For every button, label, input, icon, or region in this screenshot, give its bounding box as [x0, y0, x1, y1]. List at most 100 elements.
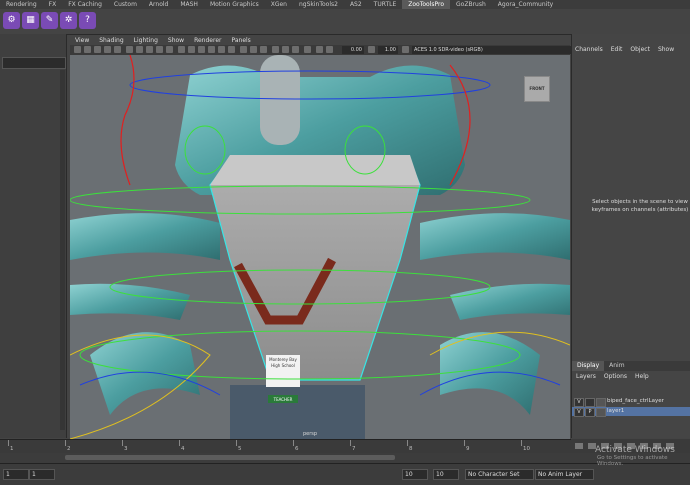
shelf-tab-motion-graphics[interactable]: Motion Graphics — [204, 0, 265, 9]
timeline-tick — [8, 440, 9, 446]
shelf-tab-arnold[interactable]: Arnold — [143, 0, 174, 9]
lower-right-arm — [450, 283, 570, 320]
wireframe-icon[interactable] — [178, 46, 185, 53]
lock-camera-icon[interactable] — [84, 46, 91, 53]
menu-layers[interactable]: Layers — [572, 373, 600, 380]
menu-panels[interactable]: Panels — [226, 36, 255, 45]
xray-icon[interactable] — [240, 46, 247, 53]
menu-edit[interactable]: Edit — [607, 46, 627, 53]
range-slider[interactable] — [65, 455, 395, 460]
menu-help[interactable]: Help — [631, 373, 653, 380]
menu-show[interactable]: Show — [163, 36, 189, 45]
shelf-tab-ngskintools2[interactable]: ngSkinTools2 — [293, 0, 344, 9]
menu-channels[interactable]: Channels — [571, 46, 607, 53]
smooth-shade-icon[interactable] — [188, 46, 195, 53]
timeline-frame-number: 10 — [523, 446, 530, 452]
wireframe-on-shaded-icon[interactable] — [198, 46, 205, 53]
badge-line1: Monterey Bay — [269, 357, 297, 362]
menu-view[interactable]: View — [70, 36, 94, 45]
layer-playback-toggle[interactable]: P — [585, 408, 595, 417]
viewport-3d[interactable]: Monterey Bay High School TEACHER persp — [70, 55, 570, 439]
shelf-tab-custom[interactable]: Custom — [108, 0, 143, 9]
go-to-start-button[interactable] — [575, 443, 583, 449]
field-chart-icon[interactable] — [156, 46, 163, 53]
shadows-icon[interactable] — [228, 46, 235, 53]
backface-icon[interactable] — [260, 46, 267, 53]
anim-layer-dropdown[interactable]: No Anim Layer — [535, 469, 594, 480]
color-space-dropdown[interactable]: ACES 1.0 SDR-video (sRGB) — [412, 46, 572, 54]
layer-playback-toggle[interactable] — [585, 398, 595, 407]
layer-visibility-toggle[interactable]: V — [574, 408, 584, 417]
menu-show-cb[interactable]: Show — [654, 46, 678, 53]
layer-editor-menu: Layers Options Help — [572, 371, 690, 381]
film-gate-icon[interactable] — [126, 46, 133, 53]
left-red-ctrl[interactable] — [120, 55, 135, 186]
dof-icon[interactable] — [292, 46, 299, 53]
view-cube[interactable]: FRONT — [524, 76, 550, 102]
layer-name[interactable]: layer1 — [607, 407, 624, 416]
exposure-field[interactable]: 0.00 — [342, 46, 364, 54]
gate-mask-icon[interactable] — [146, 46, 153, 53]
menu-shading[interactable]: Shading — [94, 36, 128, 45]
layer-name[interactable]: biped_face_ctrlLayer — [607, 397, 664, 406]
camera-icon[interactable] — [74, 46, 81, 53]
tools-icon[interactable]: ✎ — [41, 12, 58, 29]
menu-renderer[interactable]: Renderer — [189, 36, 226, 45]
menu-object[interactable]: Object — [626, 46, 654, 53]
playback-start-field[interactable]: 1 — [29, 469, 55, 480]
layer-visibility-toggle[interactable]: V — [574, 398, 584, 407]
zoo-tools-icon[interactable]: ⚙ — [3, 12, 20, 29]
playback-end-field[interactable]: 10 — [402, 469, 428, 480]
shelf-tab-gozbrush[interactable]: GoZBrush — [450, 0, 492, 9]
badge-bottom: TEACHER — [273, 397, 293, 402]
time-slider[interactable]: 1 2 3 4 5 6 7 8 9 10 — [0, 439, 571, 454]
layer-color-swatch[interactable] — [596, 408, 606, 417]
ambient-occlusion-icon[interactable] — [272, 46, 279, 53]
timeline-frame-number: 4 — [181, 446, 185, 452]
shelf-tab-rendering[interactable]: Rendering — [0, 0, 43, 9]
shelf-tab-as2[interactable]: AS2 — [344, 0, 368, 9]
menu-options[interactable]: Options — [600, 373, 631, 380]
anim-end-field[interactable]: 10 — [433, 469, 459, 480]
gamma-field[interactable]: 1.00 — [378, 46, 398, 54]
color-management-icon[interactable] — [326, 46, 333, 53]
image-plane-icon[interactable] — [104, 46, 111, 53]
bookmark-icon[interactable] — [94, 46, 101, 53]
safe-action-icon[interactable] — [166, 46, 173, 53]
timeline-tick — [179, 440, 180, 446]
tab-anim[interactable]: Anim — [604, 361, 629, 371]
character-set-dropdown[interactable]: No Character Set — [465, 469, 534, 480]
outliner-dropdown[interactable] — [2, 57, 66, 69]
antialias-icon[interactable] — [282, 46, 289, 53]
shelf-tab-xgen[interactable]: XGen — [265, 0, 293, 9]
gamma-icon[interactable] — [368, 46, 375, 53]
grid-icon[interactable] — [114, 46, 121, 53]
hotkeys-icon[interactable]: ▦ — [22, 12, 39, 29]
xray-joints-icon[interactable] — [250, 46, 257, 53]
tab-display[interactable]: Display — [572, 361, 605, 371]
ui-icon[interactable] — [316, 46, 323, 53]
range-start-field[interactable]: 1 — [3, 469, 29, 480]
shelf-tab-agora-community[interactable]: Agora_Community — [492, 0, 559, 9]
timeline-frame-number: 9 — [466, 446, 470, 452]
timeline-frame-number: 2 — [67, 446, 71, 452]
lights-icon[interactable] — [218, 46, 225, 53]
layer-row[interactable]: V biped_face_ctrlLayer — [572, 397, 690, 407]
layer-row[interactable]: V P layer1 — [572, 407, 690, 417]
textured-icon[interactable] — [208, 46, 215, 53]
help-icon[interactable]: ? — [79, 12, 96, 29]
menu-lighting[interactable]: Lighting — [129, 36, 163, 45]
shelf-tab-mash[interactable]: MASH — [174, 0, 204, 9]
isolate-select-icon[interactable] — [304, 46, 311, 53]
shelf-tab-fx[interactable]: FX — [43, 0, 63, 9]
settings-icon[interactable]: ✲ — [60, 12, 77, 29]
timeline-tick — [464, 440, 465, 446]
right-hand — [440, 332, 540, 415]
shelf-tab-zootoolspro[interactable]: ZooToolsPro — [402, 0, 451, 9]
view-transform-icon[interactable] — [402, 46, 409, 53]
layer-color-swatch[interactable] — [596, 398, 606, 407]
outliner-scrollbar[interactable] — [60, 70, 65, 430]
shelf-tab-fx-caching[interactable]: FX Caching — [62, 0, 108, 9]
resolution-gate-icon[interactable] — [136, 46, 143, 53]
shelf-tab-turtle[interactable]: TURTLE — [368, 0, 403, 9]
